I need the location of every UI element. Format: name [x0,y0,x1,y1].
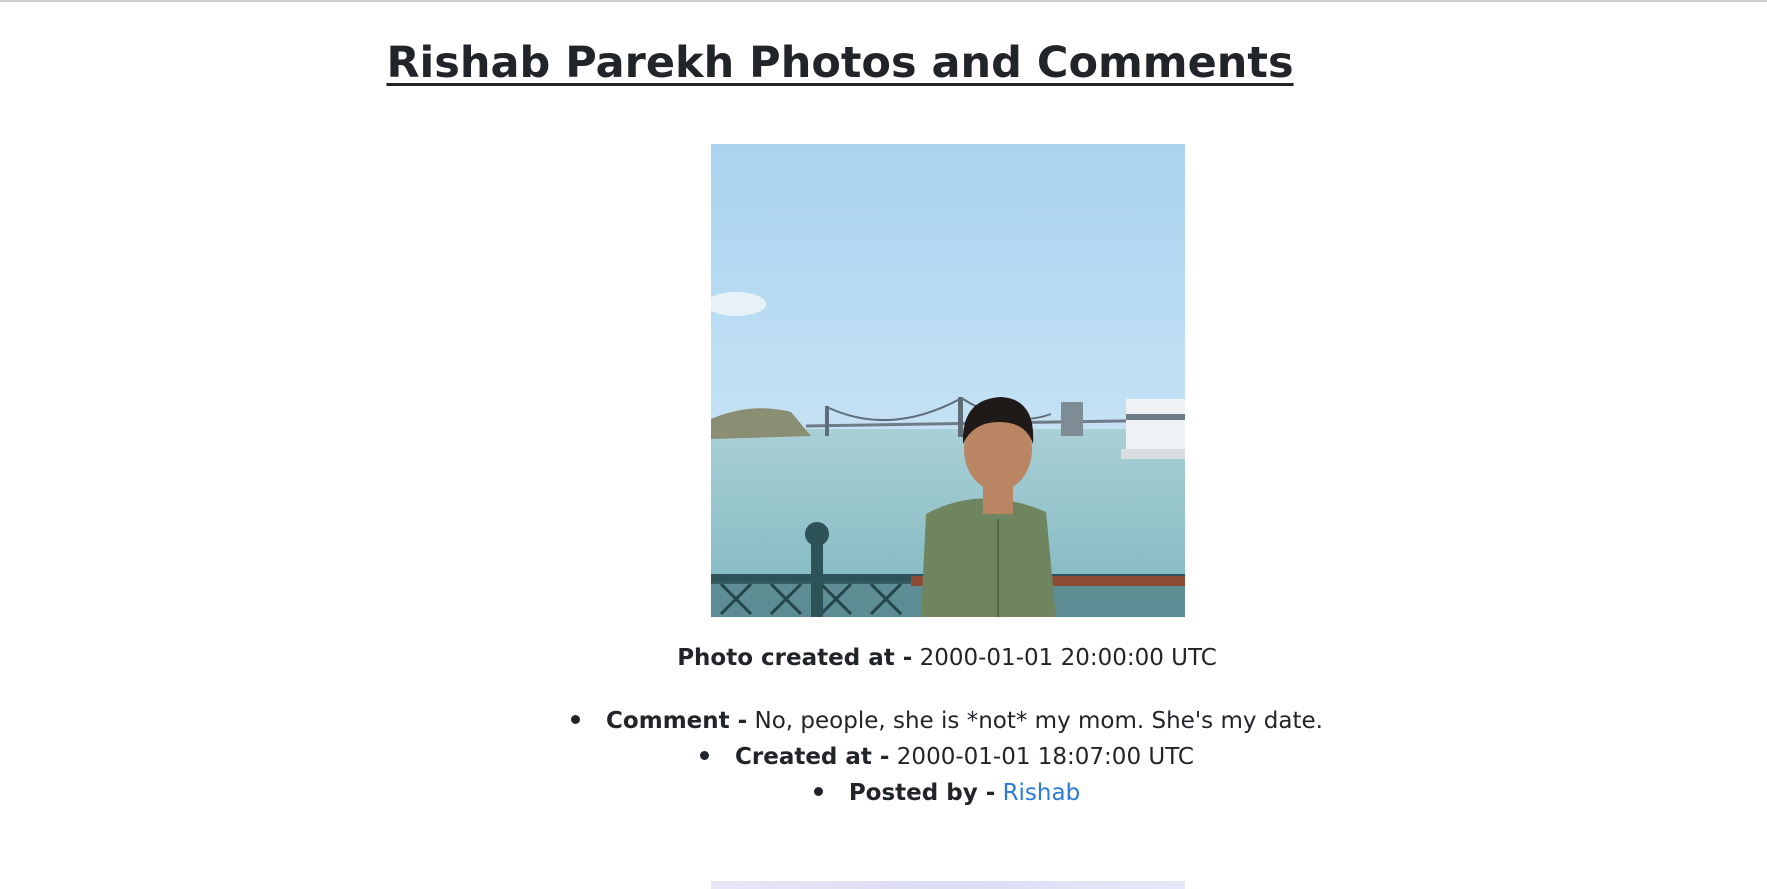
top-divider [0,0,1767,2]
list-item-created-at: Created at - 2000-01-01 18:07:00 UTC [0,739,1767,775]
photo-image [711,144,1185,617]
comment-details-list: Comment - No, people, she is *not* my mo… [0,703,1767,811]
comment-created-label: Created at - [735,744,890,770]
comment-text: No, people, she is *not* my mom. She's m… [754,708,1323,734]
posted-by-user-link[interactable]: Rishab [1003,780,1081,806]
page: Rishab Parekh Photos and Comments Photo … [0,0,1767,889]
photo-created-value: 2000-01-01 20:00:00 UTC [919,645,1217,671]
bullet-icon [813,787,823,796]
bullet-icon [571,715,581,724]
posted-by-label: Posted by - [848,780,996,806]
list-item-posted-by: Posted by - Rishab [0,775,1767,811]
photo-created-label: Photo created at - [677,645,913,671]
page-title: Rishab Parekh Photos and Comments [386,38,1294,88]
bullet-icon [700,751,709,760]
photo-created-info: Photo created at - 2000-01-01 20:00:00 U… [0,645,1767,671]
list-item-comment: Comment - No, people, she is *not* my mo… [0,703,1767,739]
comment-created-value: 2000-01-01 18:07:00 UTC [896,744,1194,770]
next-photo-image [711,881,1185,889]
comment-label: Comment - [606,708,748,734]
